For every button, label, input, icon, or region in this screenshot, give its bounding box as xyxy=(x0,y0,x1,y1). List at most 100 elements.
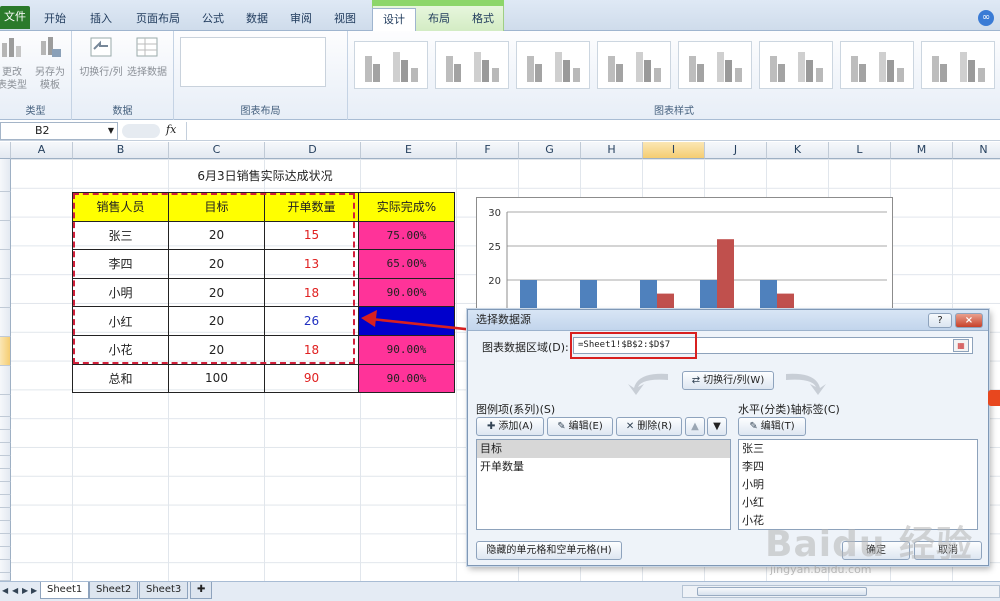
row-header[interactable] xyxy=(0,469,11,482)
switch-row-column-dialog-button[interactable]: ⇄ 切换行/列(W) xyxy=(682,371,774,390)
column-header-c[interactable]: C xyxy=(169,142,265,159)
cell-count[interactable]: 18 xyxy=(264,334,359,365)
dialog-title-bar[interactable]: 选择数据源 ? × xyxy=(468,310,988,331)
axis-item[interactable]: 张三 xyxy=(739,440,977,458)
tab-file[interactable]: 文件 xyxy=(0,6,30,29)
chart-layout-gallery[interactable] xyxy=(180,37,326,87)
remove-series-button[interactable]: ✕ 删除(R) xyxy=(616,417,682,436)
header-salesperson[interactable]: 销售人员 xyxy=(72,192,169,222)
first-sheet-icon[interactable]: ◀ xyxy=(2,586,10,595)
move-up-button[interactable]: ▲ xyxy=(685,417,705,436)
row-header[interactable] xyxy=(0,279,11,308)
chart-style-thumb[interactable] xyxy=(921,41,995,89)
dialog-help-button[interactable]: ? xyxy=(928,313,952,328)
cell-count[interactable]: 13 xyxy=(264,249,359,279)
column-header-n[interactable]: N xyxy=(953,142,1000,159)
row-header[interactable] xyxy=(0,221,11,250)
cell-count[interactable]: 26 xyxy=(264,306,359,336)
row-header[interactable] xyxy=(0,547,11,560)
row-header[interactable] xyxy=(0,430,11,443)
fx-icon[interactable]: fx xyxy=(166,123,176,136)
column-header-e[interactable]: E xyxy=(361,142,457,159)
chart-style-thumb[interactable] xyxy=(516,41,590,89)
header-completion[interactable]: 实际完成% xyxy=(358,192,455,222)
tab-format[interactable]: 格式 xyxy=(462,8,504,31)
sheet-tab-3[interactable]: Sheet3 xyxy=(139,582,189,599)
series-item[interactable]: 开单数量 xyxy=(477,458,730,476)
chart-style-thumb[interactable] xyxy=(435,41,509,89)
sheet-tab-2[interactable]: Sheet2 xyxy=(89,582,139,599)
column-header-h[interactable]: H xyxy=(581,142,643,159)
row-header[interactable] xyxy=(0,366,11,395)
cell-name[interactable]: 总和 xyxy=(72,363,169,394)
insert-sheet-icon[interactable]: ✚ xyxy=(190,582,212,599)
axis-item[interactable]: 李四 xyxy=(739,458,977,476)
header-order-count[interactable]: 开单数量 xyxy=(264,192,359,222)
cell-name[interactable]: 小明 xyxy=(72,277,169,308)
column-header-f[interactable]: F xyxy=(457,142,519,159)
select-all-corner[interactable] xyxy=(0,142,11,159)
row-header[interactable] xyxy=(0,521,11,534)
row-header[interactable] xyxy=(0,395,11,417)
series-list[interactable]: 目标 开单数量 xyxy=(476,439,731,530)
row-header[interactable] xyxy=(0,456,11,469)
cell-pct[interactable]: 65.00% xyxy=(358,249,455,279)
name-box[interactable]: B2 ▼ xyxy=(0,122,118,140)
chart-area[interactable]: 20 25 30 xyxy=(476,197,893,317)
chart-style-thumb[interactable] xyxy=(840,41,914,89)
prev-sheet-icon[interactable]: ◀ xyxy=(12,586,20,595)
cell-target[interactable]: 20 xyxy=(168,334,265,365)
axis-item[interactable]: 小红 xyxy=(739,494,977,512)
edit-axis-labels-button[interactable]: ✎ 编辑(T) xyxy=(738,417,806,436)
scroll-thumb[interactable] xyxy=(697,587,867,596)
cell-target[interactable]: 20 xyxy=(168,220,265,251)
header-target[interactable]: 目标 xyxy=(168,192,265,222)
row-header[interactable] xyxy=(0,508,11,521)
series-item[interactable]: 目标 xyxy=(477,440,730,458)
row-header[interactable] xyxy=(0,495,11,508)
chart-style-thumb[interactable] xyxy=(678,41,752,89)
cell-name[interactable]: 小花 xyxy=(72,334,169,365)
tab-insert[interactable]: 插入 xyxy=(80,8,122,31)
select-data-button[interactable]: 选择数据 xyxy=(124,35,170,79)
add-series-button[interactable]: ✚ 添加(A) xyxy=(476,417,544,436)
row-header[interactable] xyxy=(0,159,11,192)
formula-bar-expand-handle[interactable] xyxy=(122,124,160,138)
name-box-dropdown-icon[interactable]: ▼ xyxy=(108,123,114,139)
save-as-template-button[interactable]: 另存为 模板 xyxy=(32,35,68,92)
column-header-j[interactable]: J xyxy=(705,142,767,159)
sheet-tab-1[interactable]: Sheet1 xyxy=(40,582,90,599)
tab-view[interactable]: 视图 xyxy=(324,8,366,31)
last-sheet-icon[interactable]: ▶ xyxy=(31,586,39,595)
cell-count[interactable]: 90 xyxy=(264,363,359,394)
change-chart-type-button[interactable]: 更改 表类型 xyxy=(0,35,30,92)
row-header[interactable] xyxy=(0,573,11,581)
switch-row-column-button[interactable]: 切换行/列 xyxy=(76,35,126,79)
cell-name[interactable]: 张三 xyxy=(72,220,169,251)
cell-pct[interactable]: 90.00% xyxy=(358,363,455,394)
tab-design[interactable]: 设计 xyxy=(372,8,416,32)
column-header-d[interactable]: D xyxy=(265,142,361,159)
row-header[interactable] xyxy=(0,192,11,221)
tab-review[interactable]: 审阅 xyxy=(280,8,322,31)
tab-home[interactable]: 开始 xyxy=(34,8,76,31)
axis-item[interactable]: 小明 xyxy=(739,476,977,494)
hidden-empty-cells-button[interactable]: 隐藏的单元格和空单元格(H) xyxy=(476,541,622,560)
column-header-g[interactable]: G xyxy=(519,142,581,159)
column-header-i[interactable]: I xyxy=(643,142,705,159)
tab-formulas[interactable]: 公式 xyxy=(192,8,234,31)
row-header[interactable] xyxy=(0,534,11,547)
dialog-close-button[interactable]: × xyxy=(955,313,983,328)
cell-name[interactable]: 小红 xyxy=(72,306,169,336)
column-header-m[interactable]: M xyxy=(891,142,953,159)
chart-style-thumb[interactable] xyxy=(597,41,671,89)
column-header-a[interactable]: A xyxy=(11,142,73,159)
cell-count[interactable]: 18 xyxy=(264,277,359,308)
column-header-l[interactable]: L xyxy=(829,142,891,159)
column-header-b[interactable]: B xyxy=(73,142,169,159)
edit-series-button[interactable]: ✎ 编辑(E) xyxy=(547,417,613,436)
cell-target[interactable]: 20 xyxy=(168,249,265,279)
row-header[interactable] xyxy=(0,337,11,366)
formula-input[interactable] xyxy=(186,122,1000,140)
sheet-title[interactable]: 6月3日销售实际达成状况 xyxy=(170,167,360,184)
